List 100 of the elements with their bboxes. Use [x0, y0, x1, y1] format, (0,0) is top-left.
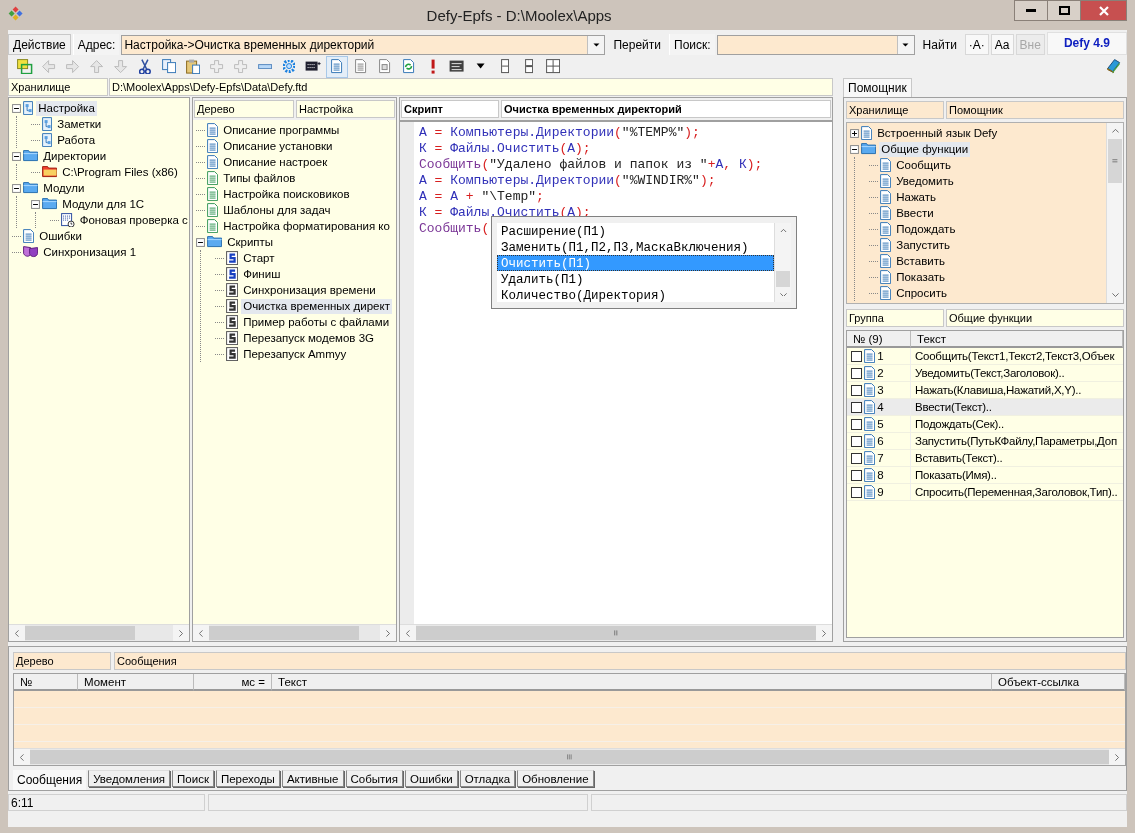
table-icon — [304, 61, 322, 72]
tree-item[interactable]: Пример работы с файлами — [241, 314, 392, 330]
tree-item[interactable]: Описание программы — [221, 122, 342, 138]
tree-item[interactable]: Заметки — [55, 116, 104, 132]
vertical-scrollbar[interactable] — [1106, 123, 1123, 303]
tree-item[interactable]: Ввести — [894, 205, 936, 221]
checkbox[interactable] — [851, 486, 862, 498]
helper-tab[interactable]: Помощник — [843, 78, 912, 97]
vertical-scrollbar[interactable] — [774, 223, 791, 302]
table-row[interactable]: 8 Показать(Имя).. — [847, 467, 1123, 484]
horizontal-scrollbar[interactable] — [9, 624, 189, 641]
tab[interactable]: Отладка — [459, 770, 516, 787]
scroll-thumb[interactable] — [416, 626, 816, 640]
checkbox[interactable] — [851, 367, 862, 379]
autocomplete-item[interactable]: Расширение(П1) — [497, 223, 774, 239]
tab[interactable]: Обновление — [517, 770, 594, 787]
table-row[interactable]: 2 Уведомить(Текст,Заголовок).. — [847, 365, 1123, 382]
tree-item[interactable]: Синхронизация 1 — [41, 244, 139, 260]
storage-path-field[interactable]: D:\Moolex\Apps\Defy-Epfs\Data\Defy.ftd — [109, 78, 833, 96]
checkbox[interactable] — [851, 401, 862, 413]
tree-item[interactable]: Старт — [241, 250, 277, 266]
tree-item[interactable]: C:\Program Files (x86) — [60, 164, 180, 180]
checkbox[interactable] — [851, 469, 862, 481]
tree-item[interactable]: Перезапуск Ammyy — [241, 346, 349, 362]
column-header[interactable]: № (9) — [847, 331, 911, 348]
autocomplete-item[interactable]: Заменить(П1,П2,П3,МаскаВключения) — [497, 239, 774, 255]
column-header[interactable]: Текст — [911, 331, 1123, 348]
tree-item[interactable]: Запустить — [894, 237, 953, 253]
address-combo[interactable]: Настройка->Очистка временных директорий — [121, 35, 606, 55]
checkbox[interactable] — [851, 384, 862, 396]
minimize-button[interactable] — [1014, 0, 1048, 21]
tree-item[interactable]: Модули для 1С — [60, 196, 147, 212]
action-tab[interactable]: Действие — [8, 34, 71, 55]
checkbox[interactable] — [851, 435, 862, 447]
tab[interactable]: Активные — [281, 770, 344, 787]
tree-item[interactable]: Ошибки — [37, 228, 84, 244]
table-row[interactable]: 4 Ввести(Текст).. — [847, 399, 1123, 416]
close-button[interactable] — [1080, 0, 1127, 21]
tree-item[interactable]: Финиш — [241, 266, 283, 282]
scroll-thumb[interactable] — [25, 626, 135, 640]
scroll-thumb[interactable] — [776, 271, 790, 287]
tree-item[interactable]: Спросить — [894, 285, 949, 301]
horizontal-scrollbar[interactable] — [14, 748, 1125, 765]
tree-item[interactable]: Встроенный язык Defy — [875, 125, 1000, 141]
table-row[interactable]: 1 Сообщить(Текст1,Текст2,Текст3,Объек — [847, 348, 1123, 365]
tree-item[interactable]: Вставить — [894, 253, 947, 269]
horizontal-scrollbar[interactable] — [193, 624, 396, 641]
tree-item[interactable]: Сообщить — [894, 157, 953, 173]
tree-item[interactable]: Модули — [41, 180, 87, 196]
expand-toggle-icon[interactable] — [12, 103, 21, 113]
tab[interactable]: Переходы — [215, 770, 280, 787]
table-row[interactable]: 6 Запустить(ПутьКФайлу,Параметры,Доп — [847, 433, 1123, 450]
scroll-thumb[interactable] — [1108, 139, 1122, 183]
tree-item[interactable]: Подождать — [894, 221, 958, 237]
tree-item[interactable]: Показать — [894, 269, 948, 285]
expand-toggle-icon[interactable] — [12, 151, 21, 161]
tree-item[interactable]: Нажать — [894, 189, 938, 205]
tree-item[interactable]: Настройка — [36, 100, 97, 116]
search-option-button[interactable]: Aa — [990, 34, 1014, 55]
tree-item[interactable]: Синхронизация времени — [241, 282, 378, 298]
tab[interactable]: Ошибки — [405, 770, 458, 787]
tree-item[interactable]: Шаблоны для задач — [221, 202, 333, 218]
checkbox[interactable] — [851, 350, 862, 362]
tab[interactable]: Сообщения — [13, 770, 87, 790]
document-icon — [207, 138, 219, 154]
autocomplete-item[interactable]: Удалить(П1) — [497, 271, 774, 287]
tab[interactable]: Поиск — [172, 770, 214, 787]
table-row[interactable]: 5 Подождать(Сек).. — [847, 416, 1123, 433]
horizontal-scrollbar[interactable] — [400, 624, 832, 641]
expand-toggle-icon[interactable] — [850, 144, 859, 154]
checkbox[interactable] — [851, 452, 862, 464]
tab[interactable]: Уведомления — [88, 770, 171, 787]
expand-toggle-icon[interactable] — [196, 237, 205, 247]
search-option-button[interactable]: ·A· — [964, 34, 989, 55]
tree-item[interactable]: Типы файлов — [221, 170, 298, 186]
scroll-thumb[interactable] — [209, 626, 359, 640]
expand-toggle-icon[interactable] — [850, 128, 859, 138]
tree-item[interactable]: Настройка поисковиков — [221, 186, 352, 202]
script-icon — [226, 298, 239, 314]
tree-item[interactable]: Директории — [41, 148, 109, 164]
tree-item[interactable]: Общие функции — [879, 141, 971, 157]
search-combo[interactable] — [716, 35, 915, 55]
maximize-button[interactable] — [1047, 0, 1081, 21]
tree-item[interactable]: Работа — [55, 132, 98, 148]
tree-item[interactable]: Уведомить — [894, 173, 956, 189]
tree-item[interactable]: Описание настроек — [221, 154, 330, 170]
tab[interactable]: События — [345, 770, 403, 787]
table-row[interactable]: 9 Спросить(Переменная,Заголовок,Тип).. — [847, 484, 1123, 501]
expand-toggle-icon[interactable] — [12, 183, 21, 193]
tree-item[interactable]: Фоновая проверка с — [77, 212, 189, 228]
tree-item[interactable]: Скрипты — [225, 234, 276, 250]
tree-item[interactable]: Описание установки — [221, 138, 335, 154]
table-row[interactable]: 7 Вставить(Текст).. — [847, 450, 1123, 467]
tree-item[interactable]: Настройка форматирования ко — [221, 218, 392, 234]
checkbox[interactable] — [851, 418, 862, 430]
scroll-thumb[interactable] — [30, 750, 1109, 764]
tree-item[interactable]: Перезапуск модемов 3G — [241, 330, 376, 346]
tree-item[interactable]: Очистка временных директ — [241, 298, 392, 314]
autocomplete-item[interactable]: Количество(Директория) — [497, 287, 774, 303]
expand-toggle-icon[interactable] — [31, 199, 40, 209]
